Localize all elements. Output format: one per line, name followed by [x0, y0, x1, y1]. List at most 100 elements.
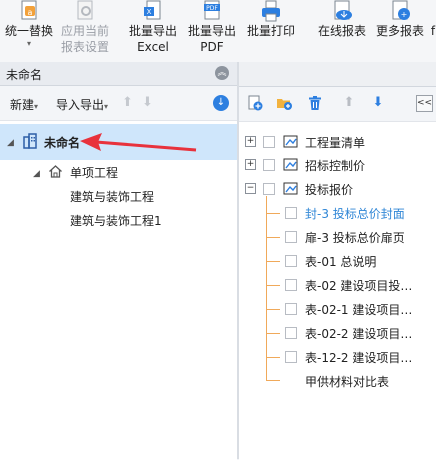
collapse-left-icon[interactable]: << [416, 95, 433, 112]
batch-export-pdf-line1: 批量导出 [187, 24, 236, 38]
batch-export-excel-line2: Excel [137, 40, 169, 54]
batch-export-excel-line1: 批量导出 [128, 24, 177, 38]
svg-text:X: X [147, 8, 152, 16]
report-item-general-notes[interactable]: 表-01 总说明 [305, 253, 376, 270]
right-toolbar: ⬆ ⬇ << [239, 87, 436, 121]
left-panel-header: 未命名 ︽ [0, 62, 237, 86]
import-export-dropdown[interactable]: 导入导出▾ [56, 96, 108, 113]
excel-export-icon: X [140, 0, 166, 22]
group-checkbox-1[interactable] [263, 136, 275, 148]
tree-guide-line [266, 237, 280, 238]
home-icon [48, 164, 63, 182]
svg-text:PDF: PDF [206, 5, 218, 12]
partial-label: f [430, 24, 436, 38]
more-reports-button[interactable]: + 更多报表 [372, 0, 428, 60]
partial-toolbar-button[interactable]: f [430, 0, 436, 60]
tree-root-label[interactable]: 未命名 [44, 134, 80, 151]
expand-plus-icon[interactable]: + [245, 159, 256, 170]
more-reports-icon: + [387, 0, 413, 22]
batch-print-label: 批量打印 [246, 24, 295, 38]
online-report-label: 在线报表 [317, 24, 366, 38]
report-item-title-page[interactable]: 扉-3 投标总价扉页 [305, 229, 405, 246]
group-label-bill-of-quantities[interactable]: 工程量清单 [305, 134, 365, 151]
batch-export-excel-button[interactable]: X 批量导出 Excel [125, 0, 181, 60]
import-export-label: 导入导出 [56, 98, 105, 112]
left-panel-title: 未命名 [6, 68, 43, 82]
report-item-table-02-2[interactable]: 表-02-2 建设项目… [305, 325, 412, 342]
tree-guide-line [266, 357, 280, 358]
tree-unit-project-1[interactable]: 建筑与装饰工程 [70, 188, 154, 205]
report-item-cover[interactable]: 封-3 投标总价封面 [305, 205, 405, 222]
report-checkbox[interactable] [285, 327, 297, 339]
tree-guide-line [266, 196, 267, 380]
pdf-export-icon: PDF [199, 0, 225, 22]
tree-guide-line [266, 380, 280, 381]
building-icon [22, 133, 38, 152]
new-label: 新建 [10, 98, 35, 112]
move-up-icon[interactable]: ⬆ [341, 95, 357, 111]
report-checkbox[interactable] [285, 207, 297, 219]
tree-unit-project-2[interactable]: 建筑与装饰工程1 [70, 212, 162, 229]
group-checkbox-2[interactable] [263, 159, 275, 171]
report-checkbox[interactable] [285, 255, 297, 267]
apply-settings-icon [72, 0, 98, 22]
tree-guide-line [266, 261, 280, 262]
group-checkbox-3[interactable] [263, 183, 275, 195]
apply-report-settings-button[interactable]: 应用当前 报表设置 [58, 0, 112, 60]
tree-guide-line [266, 333, 280, 334]
move-up-icon[interactable]: ⬆ [122, 95, 133, 110]
report-checkbox[interactable] [285, 303, 297, 315]
new-dropdown[interactable]: 新建▾ [10, 96, 38, 113]
report-item-table-12-2[interactable]: 表-12-2 建设项目… [305, 349, 412, 366]
unify-replace-label: 统一替换 [4, 24, 53, 38]
report-folder-icon [283, 158, 298, 171]
chevron-down-icon: ▾ [26, 39, 31, 48]
apply-settings-line1: 应用当前 [60, 24, 109, 38]
tree-guide-line [266, 309, 280, 310]
expanded-triangle-icon[interactable]: ◢ [7, 138, 14, 148]
batch-export-pdf-line2: PDF [200, 40, 224, 54]
ribbon-toolbar: a 统一替换 ▾ 应用当前 报表设置 X 批量导出 Excel PDF 批量导出… [0, 0, 436, 63]
unify-replace-button[interactable]: a 统一替换 ▾ [2, 0, 56, 60]
report-item-table-02-1[interactable]: 表-02-1 建设项目… [305, 301, 412, 318]
chevron-down-icon: ▾ [34, 102, 39, 111]
more-reports-label: 更多报表 [375, 24, 424, 38]
tree-single-project-label[interactable]: 单项工程 [70, 164, 118, 181]
report-tree: + 工程量清单 + 招标控制价 − 投标报价 封-3 投标总价封面 扉-3 投标… [239, 121, 436, 460]
move-down-icon[interactable]: ⬇ [370, 95, 386, 111]
delete-trash-icon[interactable] [307, 95, 323, 111]
report-checkbox[interactable] [285, 231, 297, 243]
apply-settings-line2: 报表设置 [60, 40, 109, 54]
expanded-triangle-icon[interactable]: ◢ [33, 169, 40, 179]
print-icon [258, 0, 284, 22]
left-toolbar: 新建▾ 导入导出▾ ⬆ ⬇ ↓ [0, 86, 237, 120]
report-folder-icon [283, 135, 298, 148]
download-circle-icon[interactable]: ↓ [213, 95, 229, 111]
svg-text:+: + [401, 10, 408, 19]
expand-plus-icon[interactable]: + [245, 136, 256, 147]
partial-icon [430, 0, 436, 22]
group-label-tender-control[interactable]: 招标控制价 [305, 157, 365, 174]
svg-text:a: a [28, 8, 33, 17]
online-report-button[interactable]: 在线报表 [314, 0, 370, 60]
report-item-table-02[interactable]: 表-02 建设项目投… [305, 277, 412, 294]
collapse-minus-icon[interactable]: − [245, 183, 256, 194]
report-checkbox[interactable] [285, 351, 297, 363]
batch-export-pdf-button[interactable]: PDF 批量导出 PDF [184, 0, 240, 60]
batch-print-button[interactable]: 批量打印 [243, 0, 299, 60]
group-label-bid-quotation[interactable]: 投标报价 [305, 181, 353, 198]
tree-guide-line [266, 213, 280, 214]
report-checkbox[interactable] [285, 279, 297, 291]
move-down-icon[interactable]: ⬇ [142, 95, 153, 110]
add-report-icon[interactable] [247, 95, 263, 111]
report-folder-icon [283, 182, 298, 195]
replace-doc-icon: a [16, 0, 42, 22]
project-tree: ◢ 未命名 ◢ 单项工程 建筑与装饰工程 建筑与装饰工程1 [0, 120, 237, 460]
online-report-icon [329, 0, 355, 22]
chevron-down-icon: ▾ [104, 102, 109, 111]
report-item-material-comparison[interactable]: 甲供材料对比表 [305, 373, 389, 390]
right-panel-header [239, 62, 436, 87]
add-folder-icon[interactable] [276, 95, 292, 111]
annotation-arrow-icon [80, 133, 197, 152]
collapse-up-icon[interactable]: ︽ [215, 66, 229, 80]
